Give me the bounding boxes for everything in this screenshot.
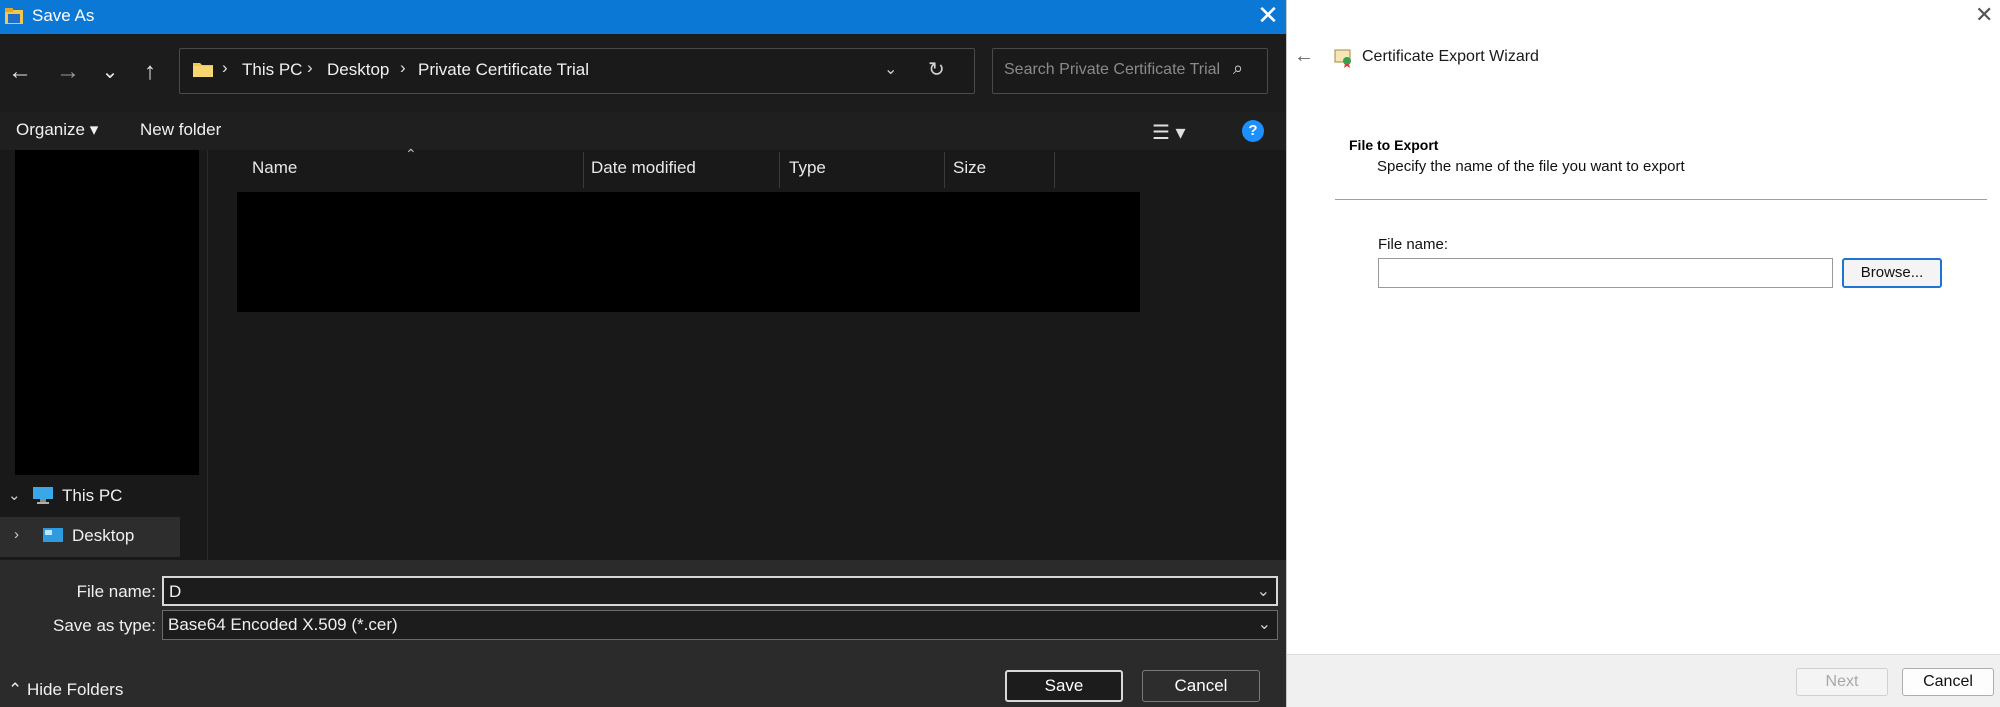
desktop-folder-icon [43,528,63,542]
dialog-title: Save As [32,6,95,25]
explorer-app-icon [5,8,23,24]
save-as-type-label: Save as type: [52,616,156,635]
computer-icon [33,487,53,504]
sort-ascending-icon: ⌃ [405,146,417,162]
back-arrow-icon[interactable]: ← [1294,45,1314,68]
back-arrow-icon[interactable]: ← [2,54,38,90]
certificate-export-wizard: ✕ ← Certificate Export Wizard File to Ex… [1286,0,2000,707]
divider [1335,199,1987,200]
forward-arrow-icon[interactable]: → [50,54,86,90]
save-as-title-bar: Save As ✕ [0,0,1286,34]
organize-button[interactable]: Organize ▾ [16,120,98,140]
address-bar[interactable]: › This PC › Desktop › Private Certificat… [179,48,975,94]
search-placeholder: Search Private Certificate Trial [1004,61,1221,78]
next-button[interactable]: Next [1796,668,1888,696]
new-folder-button[interactable]: New folder [140,120,221,140]
navigation-pane: ⌄ This PC › Desktop [0,150,208,560]
expand-chevron-icon[interactable]: › [14,526,19,543]
address-dropdown-icon[interactable]: ⌄ [884,59,897,79]
section-description: Specify the name of the file you want to… [1377,158,1685,175]
column-divider[interactable] [944,152,945,188]
tree-item-label: This PC [62,486,123,505]
breadcrumb-desktop[interactable]: Desktop [327,60,389,80]
redacted-area [237,192,1140,312]
file-list: ⌃ Name Date modified Type Size [209,146,1286,560]
save-as-dialog: Save As ✕ ← → ⌄ ↑ › This PC › Desktop › … [0,0,1286,707]
refresh-icon[interactable]: ↻ [928,57,945,82]
recent-locations-icon[interactable]: ⌄ [92,54,128,90]
column-header-size[interactable]: Size [953,158,986,178]
file-name-value: D [169,582,182,601]
file-name-input[interactable]: D ⌄ [162,576,1278,606]
search-box[interactable]: Search Private Certificate Trial ⌕ [992,48,1268,94]
cancel-button[interactable]: Cancel [1142,670,1260,702]
file-name-input[interactable] [1378,258,1833,288]
tree-item-this-pc[interactable]: ⌄ This PC [0,477,200,517]
folder-icon [193,63,213,77]
column-header-name[interactable]: Name [252,158,297,178]
breadcrumb-this-pc[interactable]: This PC [242,60,302,80]
column-header-date-modified[interactable]: Date modified [591,158,696,178]
tree-item-desktop[interactable]: › Desktop [0,517,180,557]
chevron-down-icon[interactable]: ⌄ [1257,581,1270,601]
save-as-type-value: Base64 Encoded X.509 (*.cer) [168,615,398,634]
tree-item-label: Desktop [72,526,135,545]
column-divider[interactable] [779,152,780,188]
breadcrumb-private-certificate-trial[interactable]: Private Certificate Trial [418,60,589,80]
view-options-icon[interactable]: ☰ ▾ [1152,120,1186,145]
command-bar: Organize ▾ New folder ☰ ▾ ? [0,112,1286,150]
breadcrumb-separator: › [222,58,228,77]
search-icon[interactable]: ⌕ [1233,58,1243,79]
save-button[interactable]: Save [1005,670,1123,702]
expand-chevron-icon[interactable]: ⌄ [8,486,21,504]
close-icon[interactable]: ✕ [1975,2,1993,28]
certificate-icon [1334,49,1351,68]
column-divider[interactable] [583,152,584,188]
help-icon[interactable]: ? [1242,120,1264,142]
save-options-panel: File name: D ⌄ Save as type: Base64 Enco… [0,560,1286,707]
chevron-down-icon[interactable]: ⌄ [1258,614,1271,634]
hide-folders-button[interactable]: ⌃ Hide Folders [8,680,123,700]
column-divider[interactable] [1054,152,1055,188]
save-as-type-select[interactable]: Base64 Encoded X.509 (*.cer) ⌄ [162,610,1278,640]
up-arrow-icon[interactable]: ↑ [132,54,168,90]
column-header-type[interactable]: Type [789,158,826,178]
file-name-label: File name: [1378,236,1449,253]
breadcrumb-separator: › [400,58,406,77]
wizard-footer: Next Cancel [1287,654,2000,707]
close-icon[interactable]: ✕ [1250,0,1286,34]
wizard-title: Certificate Export Wizard [1362,48,1539,65]
redacted-area [15,150,199,475]
file-name-label: File name: [76,582,156,601]
section-title: File to Export [1349,137,1439,153]
browse-button[interactable]: Browse... [1842,258,1942,288]
cancel-button[interactable]: Cancel [1902,668,1994,696]
breadcrumb-separator: › [307,58,313,77]
